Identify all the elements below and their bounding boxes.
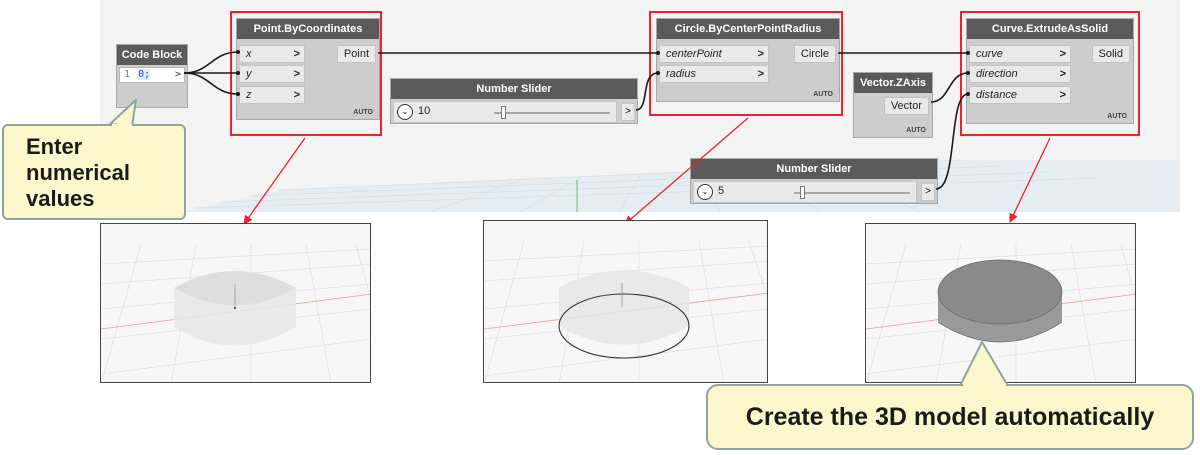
preview-point-scene — [101, 243, 370, 382]
chevron-down-icon[interactable]: ⌄ — [397, 104, 413, 120]
slider-radius-value: 10 — [418, 105, 431, 117]
highlight-frame-extrude — [960, 11, 1140, 136]
slider-radius-output-port[interactable]: > — [621, 103, 635, 121]
code-text[interactable]: 0; — [138, 69, 151, 80]
graph-canvas[interactable]: Code Block 1 0; > Point.ByCoordinates x >… — [100, 0, 1180, 212]
code-block-output-port[interactable]: > — [175, 68, 181, 82]
slider-distance-body: ⌄ 5 — [693, 181, 917, 203]
vector-z-axis-node[interactable]: Vector.ZAxis Vector AUTO — [853, 72, 933, 138]
slider-radius-title: Number Slider — [391, 79, 637, 99]
chevron-down-icon[interactable]: ⌄ — [697, 184, 713, 200]
callout-line-2: numerical — [26, 160, 130, 185]
callout-line-3: values — [26, 186, 95, 211]
slider-radius-track[interactable] — [494, 112, 610, 114]
code-block-editor[interactable]: 1 0; > — [119, 67, 185, 83]
output-port-vector[interactable]: Vector — [883, 97, 929, 115]
callout-create-3d: Create the 3D model automatically — [706, 384, 1194, 450]
callout-bottom-tail-patch — [963, 383, 1006, 386]
slider-distance-output-port[interactable]: > — [921, 183, 935, 201]
preview-circle — [483, 220, 768, 383]
slider-radius-body: ⌄ 10 — [393, 101, 617, 123]
preview-solid — [865, 223, 1136, 383]
preview-circle-scene — [484, 240, 767, 382]
callout-line-1: Enter — [26, 134, 83, 159]
code-line-number: 1 — [124, 69, 131, 80]
slider-distance-title: Number Slider — [691, 159, 937, 179]
preview-point — [100, 223, 371, 383]
number-slider-radius-node[interactable]: Number Slider ⌄ 10 > — [390, 78, 638, 124]
callout-bottom-text: Create the 3D model automatically — [745, 403, 1155, 431]
callout-left-tail-patch — [112, 124, 132, 127]
number-slider-distance-node[interactable]: Number Slider ⌄ 5 > — [690, 158, 938, 204]
highlight-frame-circle — [649, 11, 843, 116]
highlight-frame-point — [230, 11, 382, 136]
preview-solid-scene — [866, 243, 1135, 382]
slider-distance-value: 5 — [718, 185, 725, 197]
code-block-node[interactable]: Code Block 1 0; > — [116, 44, 188, 108]
slider-radius-thumb[interactable] — [500, 106, 506, 119]
slider-distance-track[interactable] — [794, 192, 910, 194]
slider-distance-thumb[interactable] — [799, 186, 805, 199]
code-block-title: Code Block — [117, 45, 187, 65]
vector-node-title: Vector.ZAxis — [854, 73, 932, 93]
callout-enter-values: Enter numerical values — [2, 124, 186, 220]
lacing-label: AUTO — [906, 127, 926, 134]
